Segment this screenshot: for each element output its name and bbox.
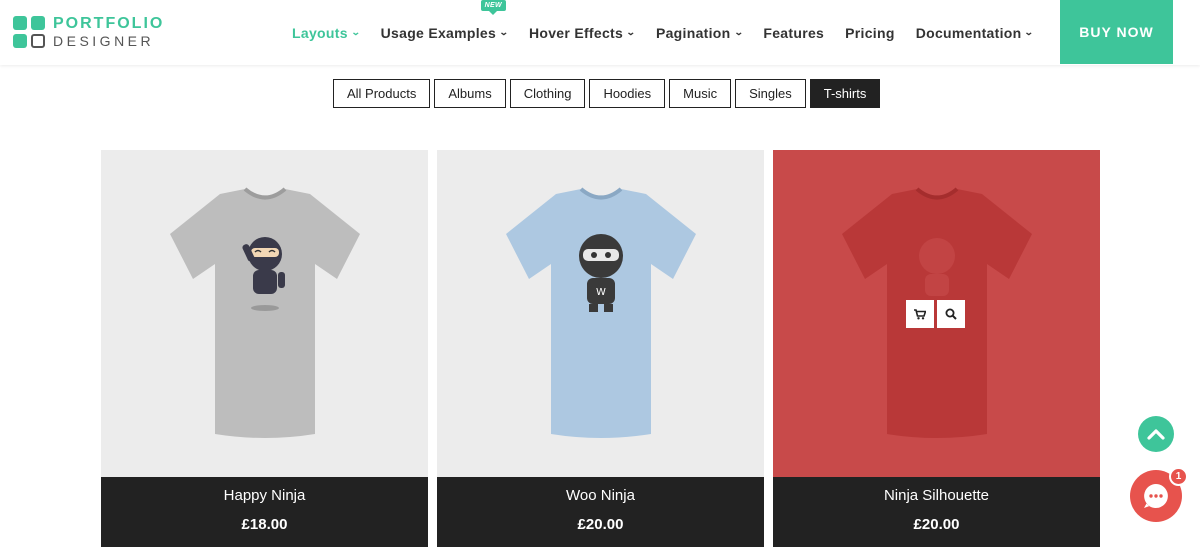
product-hover-actions: [906, 300, 968, 328]
buy-now-button[interactable]: BUY NOW: [1060, 0, 1173, 64]
logo-line2: DESIGNER: [53, 33, 155, 49]
nav-item-hover-effects[interactable]: Hover Effects ⌄: [528, 24, 637, 41]
search-icon: [945, 308, 957, 320]
product-card[interactable]: W Woo Ninja £20.00: [437, 150, 764, 547]
chevron-down-icon: ⌄: [733, 27, 744, 37]
nav-label: Documentation: [915, 24, 1022, 41]
nav-item-documentation[interactable]: Documentation ⌄: [916, 25, 1034, 41]
logo-line1: PORTFOLIO: [53, 15, 165, 32]
chat-icon: [1144, 484, 1168, 508]
chevron-down-icon: ⌄: [498, 27, 510, 37]
filter-hoodies[interactable]: Hoodies: [589, 79, 666, 108]
chevron-down-icon: ⌄: [625, 27, 637, 37]
product-image[interactable]: [773, 150, 1100, 477]
filter-singles[interactable]: Singles: [735, 79, 806, 108]
filter-music[interactable]: Music: [669, 79, 732, 108]
cart-icon: [914, 308, 926, 319]
logo[interactable]: PORTFOLIO DESIGNER: [13, 16, 164, 48]
main-nav: Layouts ⌄ Usage Examples ⌄ NEW Hover Effec…: [292, 0, 1054, 65]
product-name[interactable]: Happy Ninja: [101, 487, 428, 504]
product-info: Happy Ninja £18.00: [101, 477, 428, 547]
chevron-up-icon: [1147, 429, 1165, 440]
filter-t-shirts[interactable]: T-shirts: [809, 79, 881, 108]
product-name[interactable]: Woo Ninja: [437, 487, 764, 504]
chevron-down-icon: ⌄: [350, 27, 361, 37]
nav-label: Pagination: [655, 24, 731, 41]
filter-clothing[interactable]: Clothing: [509, 79, 586, 108]
product-image[interactable]: [101, 150, 428, 477]
add-to-cart-button[interactable]: [906, 300, 934, 328]
tshirt-image: [169, 186, 360, 438]
nav-label: Pricing: [845, 24, 895, 41]
product-card[interactable]: Ninja Silhouette £20.00: [773, 150, 1100, 547]
nav-label: Layouts: [292, 24, 348, 41]
product-filter-bar: All Products Albums Clothing Hoodies Mus…: [333, 79, 884, 108]
product-price: £20.00: [913, 516, 960, 533]
product-name[interactable]: Ninja Silhouette: [773, 487, 1100, 504]
nav-item-usage-examples[interactable]: Usage Examples ⌄ NEW: [380, 0, 510, 41]
product-price: £20.00: [577, 516, 624, 533]
nav-label: Hover Effects: [528, 24, 624, 41]
filter-albums[interactable]: Albums: [434, 79, 506, 108]
logo-mark: [13, 16, 45, 48]
new-badge: NEW: [480, 0, 506, 15]
nav-item-features[interactable]: Features: [763, 25, 824, 41]
nav-item-pagination[interactable]: Pagination ⌄: [655, 24, 744, 41]
site-header: PORTFOLIO DESIGNER Layouts ⌄ Usage Exampl…: [0, 0, 1200, 65]
product-price: £18.00: [241, 516, 288, 533]
nav-item-pricing[interactable]: Pricing: [845, 25, 895, 41]
product-info: Ninja Silhouette £20.00: [773, 477, 1100, 547]
product-image[interactable]: W: [437, 150, 764, 477]
scroll-to-top-button[interactable]: [1138, 416, 1174, 452]
quick-view-button[interactable]: [937, 300, 965, 328]
nav-label: Usage Examples: [380, 24, 497, 41]
tshirt-image: W: [505, 186, 696, 438]
nav-label: Features: [763, 24, 825, 41]
nav-item-layouts[interactable]: Layouts ⌄: [292, 25, 360, 41]
product-card[interactable]: Happy Ninja £18.00: [101, 150, 428, 547]
product-info: Woo Ninja £20.00: [437, 477, 764, 547]
chevron-down-icon: ⌄: [1024, 27, 1035, 37]
product-grid: Happy Ninja £18.00 W Woo Ninja £20.00 Ni…: [101, 150, 1100, 547]
svg-text:W: W: [596, 287, 606, 298]
chat-unread-badge: 1: [1169, 467, 1188, 486]
filter-all-products[interactable]: All Products: [333, 79, 431, 108]
